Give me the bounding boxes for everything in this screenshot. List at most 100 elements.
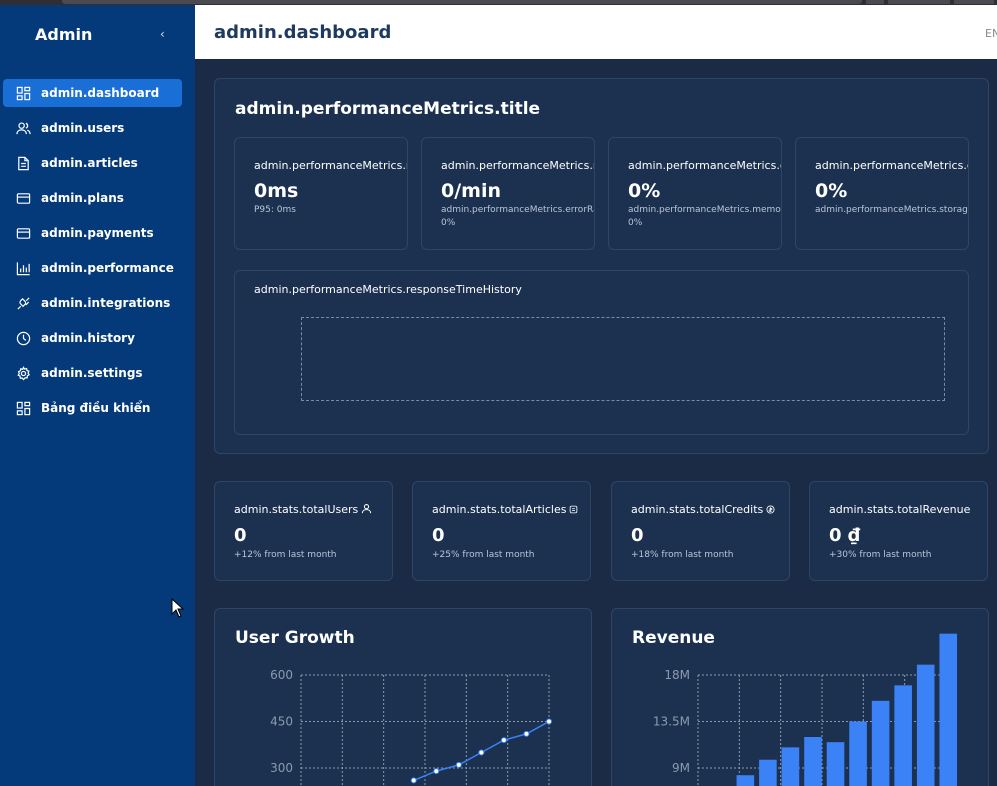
bar <box>781 747 800 786</box>
brand-title: Admin <box>35 25 93 44</box>
sidebar-item-history[interactable]: admin.history <box>3 324 182 352</box>
language-switcher[interactable]: EN <box>985 27 997 40</box>
sidebar-nav: admin.dashboard admin.users admin.articl… <box>3 79 182 429</box>
metric-card-response-time: admin.performanceMetrics.res 0ms P95: 0m… <box>234 137 408 250</box>
data-point <box>500 737 507 744</box>
document-icon <box>18 156 29 170</box>
metric-value: 0/min <box>441 180 501 202</box>
sidebar-item-dashboard[interactable]: admin.dashboard <box>3 79 182 107</box>
bar <box>736 775 755 786</box>
revenue-chart-panel: Revenue 18M 13.5M 9M <box>611 608 989 786</box>
performance-title: admin.performanceMetrics.title <box>235 99 541 119</box>
stat-label: admin.stats.totalRevenue <box>829 503 970 516</box>
sidebar-item-label: admin.history <box>41 331 135 345</box>
page-title: admin.dashboard <box>214 22 392 43</box>
browser-tab-control[interactable] <box>888 0 950 4</box>
data-point <box>410 777 417 784</box>
bar <box>759 759 777 786</box>
revenue-chart: 18M 13.5M 9M <box>653 633 958 786</box>
browser-tab[interactable] <box>62 0 862 4</box>
stat-value: 0 <box>432 525 445 546</box>
user-growth-chart: 600 450 300 <box>270 668 552 786</box>
sidebar-item-payments[interactable]: admin.payments <box>3 219 182 247</box>
bar <box>849 721 867 786</box>
user-growth-chart-panel: User Growth 600 450 300 <box>214 608 592 786</box>
metric-subtext: P95: 0ms <box>254 205 296 215</box>
metric-label: admin.performanceMetrics.cpu <box>628 159 781 172</box>
dashboard-icon <box>16 86 31 100</box>
y-tick-label: 300 <box>270 761 293 775</box>
metric-label: admin.performanceMetrics.res <box>254 159 408 172</box>
data-point <box>546 718 552 725</box>
stat-value: 0 ₫ <box>829 525 861 546</box>
stat-label: admin.stats.totalUsers <box>234 503 372 517</box>
data-point <box>433 768 440 775</box>
stat-label: admin.stats.totalCredits <box>631 503 775 517</box>
metric-value: 0% <box>815 180 848 202</box>
sidebar: Admin ‹ admin.dashboard admin.users admi… <box>0 5 195 786</box>
mouse-cursor-icon <box>171 598 185 618</box>
sidebar-item-integrations[interactable]: admin.integrations <box>3 289 182 317</box>
card-icon <box>16 227 31 239</box>
stat-value: 0 <box>234 525 247 546</box>
y-tick-label: 13.5M <box>653 715 690 729</box>
bar <box>804 737 822 786</box>
card-icon <box>16 192 31 204</box>
sidebar-item-users[interactable]: admin.users <box>3 114 182 142</box>
sidebar-item-settings[interactable]: admin.settings <box>3 359 182 387</box>
bar <box>826 742 845 786</box>
y-tick-label: 18M <box>664 668 690 682</box>
sidebar-item-label: admin.plans <box>41 191 124 205</box>
coin-icon <box>766 504 775 517</box>
performance-metrics-panel: admin.performanceMetrics.title admin.per… <box>214 78 989 454</box>
metric-subtext: admin.performanceMetrics.memor <box>628 205 782 215</box>
history-label: admin.performanceMetrics.responseTimeHis… <box>254 283 522 296</box>
plug-icon <box>17 296 30 310</box>
browser-tab-control[interactable] <box>954 0 994 4</box>
response-time-history: admin.performanceMetrics.responseTimeHis… <box>234 270 969 435</box>
sidebar-item-plans[interactable]: admin.plans <box>3 184 182 212</box>
main-content: admin.performanceMetrics.title admin.per… <box>195 59 997 786</box>
gear-icon <box>17 365 30 381</box>
stat-change: +30% from last month <box>829 550 932 560</box>
bar <box>939 633 958 786</box>
history-chart-placeholder <box>301 317 945 401</box>
bar <box>894 685 912 786</box>
browser-tab-control[interactable] <box>866 0 884 4</box>
users-icon <box>16 121 31 134</box>
metric-card-disk-usage: admin.performanceMetrics.diskUs 0% admin… <box>795 137 969 250</box>
stat-label-text: admin.stats.totalCredits <box>631 503 764 516</box>
clock-icon <box>16 331 31 345</box>
y-tick-label: 9M <box>672 761 690 775</box>
sidebar-item-dashboard-vi[interactable]: Bảng điều khiển <box>3 394 182 422</box>
stat-card-total-revenue: admin.stats.totalRevenue 0 ₫ +30% from l… <box>809 481 988 581</box>
sidebar-item-articles[interactable]: admin.articles <box>3 149 182 177</box>
bar <box>871 700 890 786</box>
stat-change: +12% from last month <box>234 550 337 560</box>
sidebar-item-label: admin.users <box>41 121 125 135</box>
metric-subtext: admin.performanceMetrics.storage <box>815 205 969 215</box>
metric-label: admin.performanceMetrics.req <box>441 159 595 172</box>
metric-subtext: admin.performanceMetrics.errorRa <box>441 205 595 215</box>
sidebar-item-label: admin.payments <box>41 226 154 240</box>
chevron-left-icon[interactable]: ‹ <box>160 27 165 41</box>
dashboard-icon <box>16 401 31 415</box>
metric-value: 0% <box>628 180 661 202</box>
data-point <box>455 761 462 768</box>
stat-card-total-articles: admin.stats.totalArticles 0 +25% from la… <box>412 481 591 581</box>
sidebar-item-label: admin.articles <box>41 156 138 170</box>
metric-subvalue: 0% <box>628 218 643 228</box>
sidebar-item-label: admin.performance <box>41 261 174 275</box>
sidebar-item-performance[interactable]: admin.performance <box>3 254 182 282</box>
sidebar-item-label: Bảng điều khiển <box>41 401 151 415</box>
metric-subvalue: 0% <box>441 218 456 228</box>
y-tick-label: 450 <box>270 715 293 729</box>
stat-label-text: admin.stats.totalRevenue <box>829 503 971 516</box>
stat-label-text: admin.stats.totalUsers <box>234 503 359 516</box>
metric-card-requests: admin.performanceMetrics.req 0/min admin… <box>421 137 595 250</box>
stat-change: +18% from last month <box>631 550 734 560</box>
sidebar-item-label: admin.dashboard <box>41 86 160 100</box>
sidebar-item-label: admin.settings <box>41 366 143 380</box>
stat-label-text: admin.stats.totalArticles <box>432 503 567 516</box>
bar-chart-icon <box>16 261 30 275</box>
